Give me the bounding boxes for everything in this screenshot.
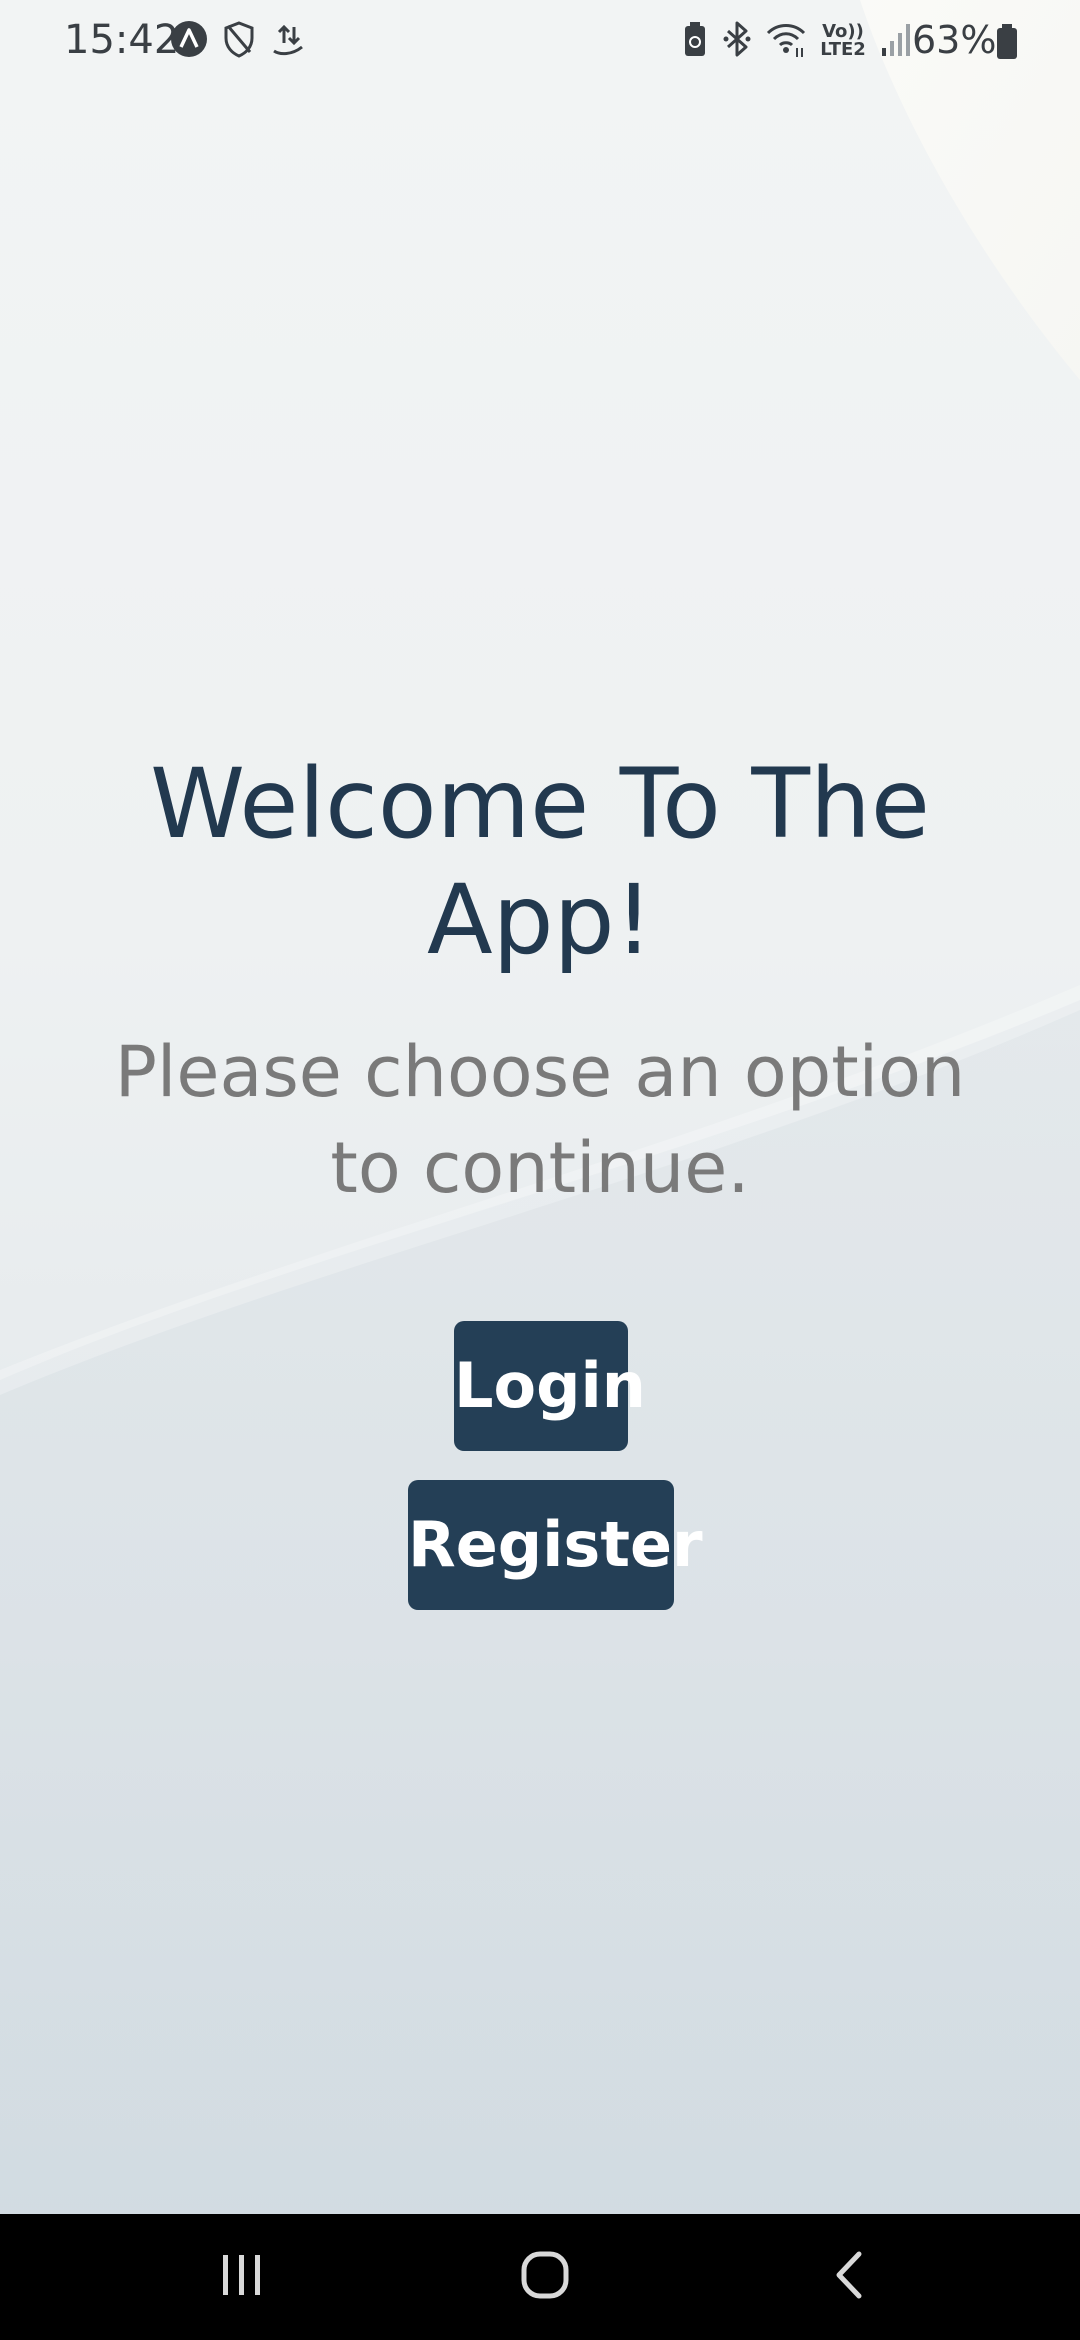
- welcome-title: Welcome To The App!: [150, 748, 930, 976]
- home-button[interactable]: [465, 2214, 625, 2340]
- battery-saver-icon: [682, 20, 708, 62]
- login-button[interactable]: Login: [454, 1321, 646, 1451]
- back-icon: [831, 2250, 865, 2304]
- back-button[interactable]: [768, 2214, 928, 2340]
- recent-apps-button[interactable]: [162, 2214, 322, 2340]
- battery-percent: 63%: [912, 18, 997, 62]
- status-bar: 15:42 Vo)) LTE2 63%: [0, 0, 1080, 80]
- wifi-icon: [766, 20, 806, 62]
- signal-icon: [880, 20, 910, 62]
- status-right-icons: Vo)) LTE2: [682, 20, 910, 62]
- data-transfer-icon: [270, 21, 306, 61]
- battery-icon: [996, 24, 1018, 64]
- volte-icon: Vo)) LTE2: [820, 21, 866, 60]
- bluetooth-icon: [722, 20, 752, 62]
- home-icon: [520, 2250, 570, 2304]
- app-screen: 15:42 Vo)) LTE2 63% Welcome To The App! …: [0, 0, 1080, 2340]
- status-left-icons: [170, 20, 306, 62]
- register-button[interactable]: Register: [408, 1480, 703, 1610]
- shield-icon: [222, 20, 256, 62]
- status-time: 15:42: [64, 17, 180, 63]
- subtitle-text: Please choose an option to continue.: [114, 1031, 966, 1209]
- assistant-icon: [170, 20, 208, 62]
- navigation-bar: [0, 2214, 1080, 2340]
- recent-apps-icon: [219, 2253, 265, 2301]
